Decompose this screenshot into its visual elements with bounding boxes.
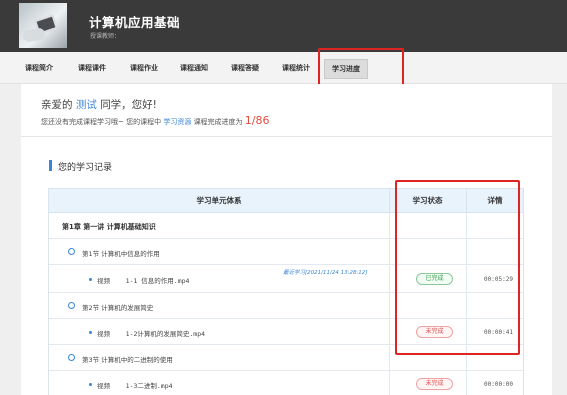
col-divider — [466, 265, 467, 292]
header-unit: 学习单元体系 — [196, 196, 242, 205]
table-row: 最近学习[2021/11/24 13:28:12] 视频 1-1 信息的作用.m… — [49, 265, 523, 293]
tab-homework[interactable]: 课程作业 — [130, 63, 158, 73]
table-row: 第1章 第一讲 计算机基础知识 — [49, 213, 523, 239]
col-divider — [466, 319, 467, 344]
section-marker — [49, 160, 52, 171]
header-divider — [466, 189, 467, 212]
section-title: 第2节 计算机的发展简史 — [82, 304, 154, 312]
progress-notice: 您还没有完成课程学习哦~ 您的课程中 学习资源 课程完成进度为 1/86 — [41, 114, 270, 127]
bullet-icon — [89, 331, 92, 334]
table-row: 第2节 计算机的发展简史 — [49, 293, 523, 319]
course-title: 计算机应用基础 — [89, 15, 181, 30]
last-study-time: 最近学习[2021/11/24 13:28:12] — [283, 270, 368, 276]
duration: 00:05:29 — [484, 276, 513, 283]
section-title: 第3节 计算机中的二进制的使用 — [82, 356, 173, 364]
notice-text-after: 课程完成进度为 — [193, 118, 243, 126]
teacher-label: 授课教师： — [90, 33, 121, 40]
duration: 00:00:41 — [484, 329, 513, 336]
records-title: 您的学习记录 — [58, 163, 113, 173]
bullet-icon — [89, 383, 92, 386]
tab-intro[interactable]: 课程简介 — [25, 63, 53, 73]
progress-panel: 亲爱的 测试 同学，您好! 您还没有完成课程学习哦~ 您的课程中 学习资源 课程… — [21, 84, 552, 395]
chapter-title: 第1章 第一讲 计算机基础知识 — [62, 223, 156, 231]
section-circle-icon — [68, 302, 75, 309]
table-header: 学习单元体系 学习状态 详情 — [49, 189, 523, 213]
greeting: 亲爱的 测试 同学，您好! — [41, 97, 157, 112]
col-divider — [389, 239, 390, 264]
header-divider — [389, 189, 390, 212]
table-row: 第3节 计算机中的二进制的使用 — [49, 345, 523, 371]
status-badge: 未完成 — [416, 378, 453, 390]
col-divider — [389, 319, 390, 344]
col-divider — [389, 371, 390, 395]
divider — [21, 136, 552, 137]
video-link[interactable]: 视频 1-2计算机的发展简史.mp4 — [97, 328, 205, 338]
header-detail: 详情 — [487, 196, 503, 205]
course-thumbnail — [19, 3, 67, 48]
tab-qa[interactable]: 课程答疑 — [231, 63, 259, 73]
status-badge: 已完成 — [416, 273, 453, 285]
table-row: 视频 1-2计算机的发展简史.mp4 未完成 00:00:41 — [49, 319, 523, 345]
course-header: 计算机应用基础 授课教师： — [0, 0, 567, 52]
hand-image — [22, 27, 46, 43]
section-circle-icon — [68, 248, 75, 255]
tab-courseware[interactable]: 课程课件 — [78, 63, 106, 73]
course-tabs: 课程简介 课程课件 课程作业 课程通知 课程答疑 课程统计 学习进度 — [0, 52, 567, 84]
tab-progress[interactable]: 学习进度 — [324, 59, 368, 79]
resources-link[interactable]: 学习资源 — [163, 118, 191, 126]
table-row: 视频 1-3二进制.mp4 未完成 00:00:00 — [49, 371, 523, 395]
col-divider — [466, 345, 467, 370]
tab-statistics[interactable]: 课程统计 — [282, 63, 310, 73]
col-divider — [466, 293, 467, 318]
col-divider — [466, 239, 467, 264]
bullet-icon — [89, 278, 92, 281]
col-divider — [466, 213, 467, 238]
greeting-suffix: 同学，您好! — [100, 99, 157, 111]
status-badge: 未完成 — [416, 326, 453, 338]
greeting-prefix: 亲爱的 — [41, 99, 73, 111]
notice-text: 您还没有完成课程学习哦~ 您的课程中 — [41, 118, 162, 126]
table-row: 第1节 计算机中信息的作用 — [49, 239, 523, 265]
col-divider — [389, 213, 390, 238]
progress-fraction: 1/86 — [244, 114, 270, 127]
col-divider — [389, 293, 390, 318]
section-title: 第1节 计算机中信息的作用 — [82, 250, 160, 258]
records-table: 学习单元体系 学习状态 详情 第1章 第一讲 计算机基础知识 第1节 计算机中信… — [48, 188, 524, 395]
video-link[interactable]: 视频 1-1 信息的作用.mp4 — [97, 275, 189, 285]
header-status: 学习状态 — [412, 196, 443, 205]
col-divider — [466, 371, 467, 395]
col-divider — [389, 265, 390, 292]
section-circle-icon — [68, 354, 75, 361]
col-divider — [389, 345, 390, 370]
video-link[interactable]: 视频 1-3二进制.mp4 — [97, 380, 173, 390]
student-name: 测试 — [75, 99, 97, 111]
duration: 00:00:00 — [484, 381, 513, 388]
tab-notices[interactable]: 课程通知 — [180, 63, 208, 73]
